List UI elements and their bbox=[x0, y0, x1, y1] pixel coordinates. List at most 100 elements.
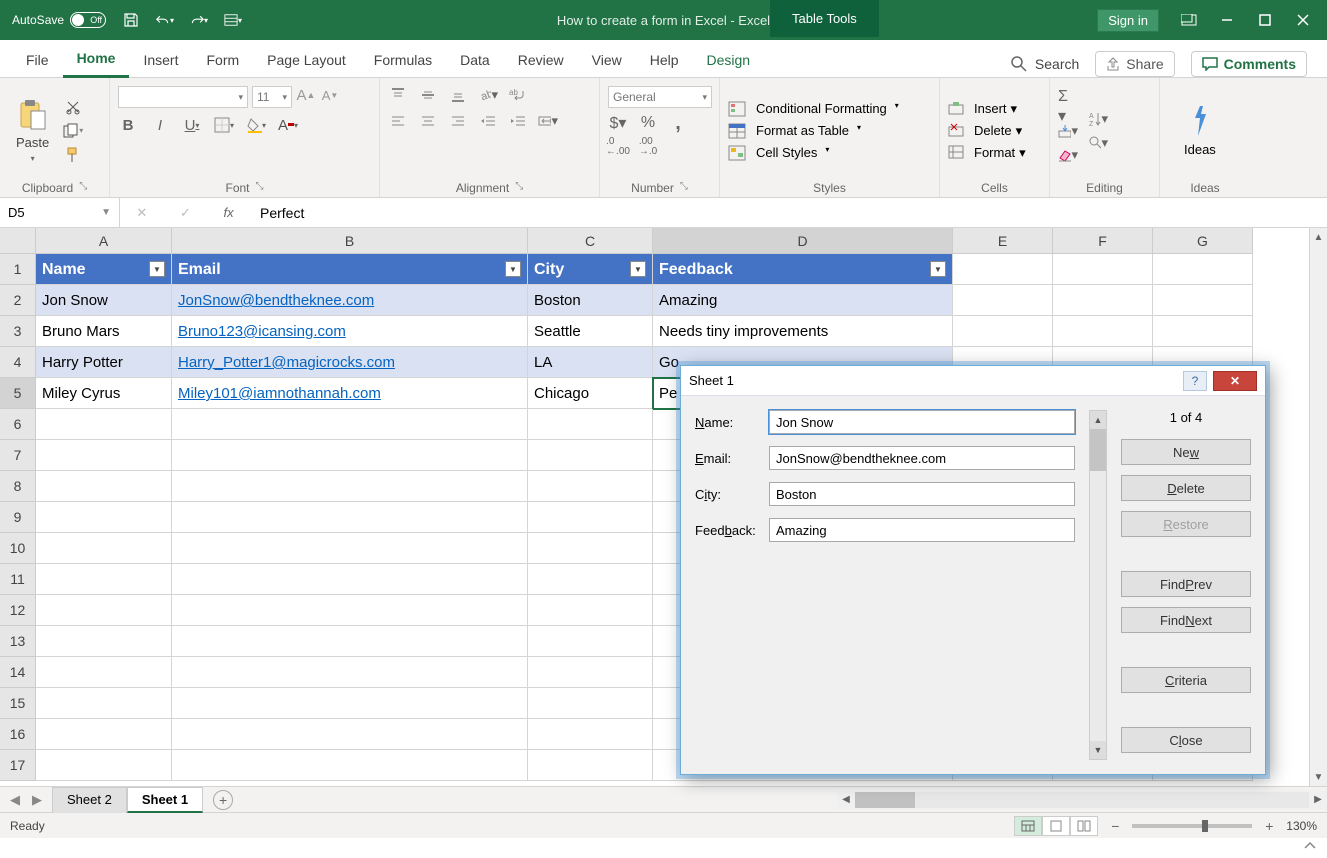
cell-A1[interactable]: Name▼ bbox=[36, 254, 172, 285]
autosave-toggle[interactable]: AutoSave Off bbox=[12, 12, 106, 28]
redo-icon[interactable]: ▾ bbox=[190, 11, 208, 29]
row-header-9[interactable]: 9 bbox=[0, 502, 36, 533]
cell-C7[interactable] bbox=[528, 440, 653, 471]
italic-icon[interactable]: I bbox=[150, 116, 170, 134]
email-link[interactable]: Harry_Potter1@magicrocks.com bbox=[178, 354, 395, 371]
cell-B4[interactable]: Harry_Potter1@magicrocks.com bbox=[172, 347, 528, 378]
cell-C17[interactable] bbox=[528, 750, 653, 781]
cell-B14[interactable] bbox=[172, 657, 528, 688]
clipboard-dialog-icon[interactable]: ⤡ bbox=[79, 181, 87, 195]
cell-B11[interactable] bbox=[172, 564, 528, 595]
font-name-combo[interactable]: ▾ bbox=[118, 86, 248, 108]
cell-A13[interactable] bbox=[36, 626, 172, 657]
number-dialog-icon[interactable]: ⤡ bbox=[680, 181, 688, 195]
fx-icon[interactable]: fx bbox=[224, 205, 234, 220]
signin-button[interactable]: Sign in bbox=[1097, 9, 1159, 32]
cell-C16[interactable] bbox=[528, 719, 653, 750]
cell-A5[interactable]: Miley Cyrus bbox=[36, 378, 172, 409]
filter-button[interactable]: ▼ bbox=[930, 261, 946, 277]
undo-icon[interactable]: ▾ bbox=[156, 11, 174, 29]
align-bottom-icon[interactable] bbox=[448, 86, 468, 104]
sheet-nav-next-icon[interactable]: ▶ bbox=[32, 792, 42, 808]
cell-A9[interactable] bbox=[36, 502, 172, 533]
insert-cells-button[interactable]: Insert ▾ bbox=[948, 101, 1017, 117]
cell-A16[interactable] bbox=[36, 719, 172, 750]
cell-B9[interactable] bbox=[172, 502, 528, 533]
cell-F3[interactable] bbox=[1053, 316, 1153, 347]
ribbon-tab-help[interactable]: Help bbox=[636, 44, 693, 77]
ribbon-tab-page-layout[interactable]: Page Layout bbox=[253, 44, 360, 77]
cell-C3[interactable]: Seattle bbox=[528, 316, 653, 347]
underline-icon[interactable]: U ▾ bbox=[182, 116, 202, 134]
row-header-16[interactable]: 16 bbox=[0, 719, 36, 750]
horizontal-scrollbar[interactable]: ◀▶ bbox=[837, 791, 1327, 809]
cell-B2[interactable]: JonSnow@bendtheknee.com bbox=[172, 285, 528, 316]
share-button[interactable]: Share bbox=[1095, 51, 1174, 77]
row-header-4[interactable]: 4 bbox=[0, 347, 36, 378]
cell-G1[interactable] bbox=[1153, 254, 1253, 285]
row-header-13[interactable]: 13 bbox=[0, 626, 36, 657]
cell-B5[interactable]: Miley101@iamnothannah.com bbox=[172, 378, 528, 409]
cell-A4[interactable]: Harry Potter bbox=[36, 347, 172, 378]
decrease-font-icon[interactable]: A▼ bbox=[320, 86, 340, 104]
cell-C4[interactable]: LA bbox=[528, 347, 653, 378]
cell-A7[interactable] bbox=[36, 440, 172, 471]
col-header-G[interactable]: G bbox=[1153, 228, 1253, 254]
cell-B17[interactable] bbox=[172, 750, 528, 781]
cell-D3[interactable]: Needs tiny improvements bbox=[653, 316, 953, 347]
search-box[interactable]: Search bbox=[1011, 56, 1079, 72]
percent-icon[interactable]: % bbox=[638, 114, 658, 132]
ribbon-tab-formulas[interactable]: Formulas bbox=[360, 44, 446, 77]
ribbon-tab-design[interactable]: Design bbox=[693, 44, 765, 77]
filter-button[interactable]: ▼ bbox=[630, 261, 646, 277]
dlg-city-input[interactable] bbox=[769, 482, 1075, 506]
cell-C14[interactable] bbox=[528, 657, 653, 688]
autosum-icon[interactable]: Σ ▾ bbox=[1058, 98, 1078, 116]
row-header-8[interactable]: 8 bbox=[0, 471, 36, 502]
cell-B16[interactable] bbox=[172, 719, 528, 750]
name-box[interactable]: D5▼ bbox=[0, 198, 120, 227]
ribbon-display-icon[interactable] bbox=[1181, 13, 1197, 27]
orientation-icon[interactable]: ab▾ bbox=[478, 86, 498, 104]
cell-A3[interactable]: Bruno Mars bbox=[36, 316, 172, 347]
cell-B15[interactable] bbox=[172, 688, 528, 719]
cell-A11[interactable] bbox=[36, 564, 172, 595]
cell-C13[interactable] bbox=[528, 626, 653, 657]
currency-icon[interactable]: $▾ bbox=[608, 114, 628, 132]
enter-formula-icon[interactable]: ✓ bbox=[180, 205, 191, 221]
row-header-6[interactable]: 6 bbox=[0, 409, 36, 440]
row-header-2[interactable]: 2 bbox=[0, 285, 36, 316]
cell-B3[interactable]: Bruno123@icansing.com bbox=[172, 316, 528, 347]
row-header-1[interactable]: 1 bbox=[0, 254, 36, 285]
cell-C5[interactable]: Chicago bbox=[528, 378, 653, 409]
cell-A10[interactable] bbox=[36, 533, 172, 564]
fill-color-icon[interactable]: ▾ bbox=[246, 116, 266, 134]
increase-font-icon[interactable]: A▲ bbox=[296, 86, 316, 104]
cancel-formula-icon[interactable]: ✕ bbox=[136, 205, 147, 221]
dlg-findnext-button[interactable]: Find Next bbox=[1121, 607, 1251, 633]
zoom-level[interactable]: 130% bbox=[1286, 819, 1317, 833]
border-icon[interactable]: ▾ bbox=[214, 116, 234, 134]
dlg-close-button[interactable]: Close bbox=[1121, 727, 1251, 753]
row-header-17[interactable]: 17 bbox=[0, 750, 36, 781]
close-icon[interactable] bbox=[1295, 13, 1311, 27]
email-link[interactable]: JonSnow@bendtheknee.com bbox=[178, 292, 374, 309]
cut-icon[interactable] bbox=[63, 98, 83, 116]
dlg-new-button[interactable]: New bbox=[1121, 439, 1251, 465]
wrap-text-icon[interactable]: ab bbox=[508, 86, 528, 104]
cell-A8[interactable] bbox=[36, 471, 172, 502]
col-header-D[interactable]: D bbox=[653, 228, 953, 254]
page-layout-view-button[interactable] bbox=[1042, 816, 1070, 836]
col-header-B[interactable]: B bbox=[172, 228, 528, 254]
formula-input[interactable]: Perfect bbox=[250, 198, 1327, 227]
alignment-dialog-icon[interactable]: ⤡ bbox=[515, 181, 523, 195]
cell-styles-button[interactable]: Cell Styles ▾ bbox=[728, 145, 829, 161]
cell-D2[interactable]: Amazing bbox=[653, 285, 953, 316]
zoom-out-button[interactable]: − bbox=[1108, 818, 1122, 834]
row-header-7[interactable]: 7 bbox=[0, 440, 36, 471]
filter-button[interactable]: ▼ bbox=[149, 261, 165, 277]
dialog-record-scrollbar[interactable]: ▲▼ bbox=[1089, 410, 1107, 760]
dlg-findprev-button[interactable]: Find Prev bbox=[1121, 571, 1251, 597]
cell-B1[interactable]: Email▼ bbox=[172, 254, 528, 285]
ribbon-tab-insert[interactable]: Insert bbox=[129, 44, 192, 77]
